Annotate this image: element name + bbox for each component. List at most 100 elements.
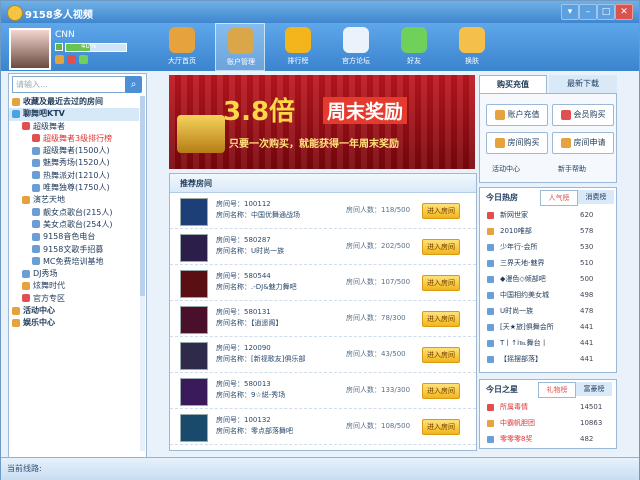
room-count: 房间人数：107/500 — [346, 278, 411, 286]
room-thumbnail[interactable] — [180, 414, 208, 442]
hot-room-row[interactable]: U时尚一族 478 — [480, 304, 616, 319]
tree-item[interactable]: 靓女点歌台(215人) — [9, 207, 139, 219]
room-name[interactable]: 房间名称：9☆縂-秀场 — [216, 390, 285, 400]
tree-item[interactable]: 超级舞者3级排行榜 — [9, 133, 139, 145]
maximize-button[interactable]: □ — [597, 4, 615, 20]
room-thumbnail[interactable] — [180, 234, 208, 262]
room-name[interactable]: 房间名称：中国优舞通战场 — [216, 210, 300, 220]
tree-item[interactable]: 热舞派对(1210人) — [9, 170, 139, 182]
tree-item[interactable]: 超级舞者 — [9, 121, 139, 133]
tab-spending[interactable]: 消费榜 — [578, 190, 614, 204]
tab-download[interactable]: 最新下载 — [549, 75, 617, 93]
room-thumbnail[interactable] — [180, 306, 208, 334]
enter-room-button[interactable]: 进入房间 — [422, 203, 460, 219]
help-link[interactable]: 新手帮助 — [558, 164, 586, 174]
hot-room-row[interactable]: T丨↑ⅰ℡舞台丨 441 — [480, 336, 616, 351]
tree-item[interactable]: 聊舞吧KTV — [9, 108, 139, 121]
room-thumbnail[interactable] — [180, 342, 208, 370]
tree-item-label: 收藏及最近去过的房间 — [23, 97, 103, 106]
tree-item[interactable]: 官方专区 — [9, 293, 139, 305]
room-name[interactable]: 房间名称：[新视歌友]俱乐部 — [216, 354, 305, 364]
hot-room-row[interactable]: ◆漫色◇倾部吧 500 — [480, 272, 616, 287]
hot-room-row[interactable]: 【摇摆部落】 441 — [480, 352, 616, 367]
tree-item[interactable]: 收藏及最近去过的房间 — [9, 96, 139, 108]
hot-room-name: ◆漫色◇倾部吧 — [500, 275, 546, 283]
room-thumbnail[interactable] — [180, 198, 208, 226]
tree-item[interactable]: DJ秀场 — [9, 268, 139, 280]
vip-buy-button[interactable]: 会员购买 — [552, 104, 614, 126]
enter-room-button[interactable]: 进入房间 — [422, 275, 460, 291]
search-input[interactable]: 请输入... — [12, 76, 126, 93]
tab-purchase[interactable]: 购买充值 — [479, 75, 547, 93]
recharge-button[interactable]: 账户充值 — [486, 104, 548, 126]
nav-item-0[interactable]: 大厅首页 — [157, 23, 207, 71]
tree-item[interactable]: MC免费培训基地 — [9, 256, 139, 268]
tab-gift[interactable]: 礼物榜 — [538, 382, 576, 398]
hot-room-row[interactable]: 2010唯部 578 — [480, 224, 616, 239]
tab-rich[interactable]: 富豪榜 — [576, 382, 612, 396]
room-apply-button[interactable]: 房间申请 — [552, 132, 614, 154]
tree-item[interactable]: 魅舞秀场(1520人) — [9, 157, 139, 169]
tree-item[interactable]: 9158音色电台 — [9, 231, 139, 243]
sidebar-scrollbar[interactable] — [140, 96, 145, 451]
hot-room-row[interactable]: 新网世家 620 — [480, 208, 616, 223]
enter-room-button[interactable]: 进入房间 — [422, 311, 460, 327]
tree-item[interactable]: 娱乐中心 — [9, 317, 139, 329]
room-thumbnail[interactable] — [180, 378, 208, 406]
tree-item[interactable]: 9158文歌手招募 — [9, 244, 139, 256]
room-thumbnail[interactable] — [180, 270, 208, 298]
room-buy-button[interactable]: 房间购买 — [486, 132, 548, 154]
room-id: 房间号：100112 — [216, 200, 271, 208]
room-row: 房间号：120090 房间名称：[新视歌友]俱乐部 房间人数：43/500 进入房间 — [170, 338, 476, 373]
status-bar: 当前线路: — [1, 457, 639, 480]
room-name[interactable]: 房间名称：U时尚一族 — [216, 246, 284, 256]
title-bar: 9158多人视频 ▾ – □ ✕ — [1, 1, 639, 23]
star-row[interactable]: 中霸帆胆团 10863 — [480, 416, 616, 431]
tree-item[interactable]: 活动中心 — [9, 305, 139, 317]
promo-banner[interactable]: 3.8倍 周末奖励 只要一次购买，就能获得一年周末奖励 — [169, 75, 475, 169]
nav-item-3[interactable]: 官方论坛 — [331, 23, 381, 71]
nav-label: 官方论坛 — [342, 57, 370, 65]
star-row[interactable]: 零零零8奖 482 — [480, 432, 616, 447]
enter-room-button[interactable]: 进入房间 — [422, 239, 460, 255]
room-count: 房间人数：202/500 — [346, 242, 411, 250]
hot-room-row[interactable]: [天★旅]俱舞会所 441 — [480, 320, 616, 335]
menu-button[interactable]: ▾ — [561, 4, 579, 20]
star-name: 零零零8奖 — [500, 435, 533, 443]
gift-icon[interactable] — [55, 55, 64, 64]
mail-icon[interactable] — [67, 55, 76, 64]
room-name[interactable]: 房间名称：.-DJ&魅力舞吧 — [216, 282, 297, 292]
nav-item-5[interactable]: 换肤 — [447, 23, 497, 71]
hot-room-row[interactable]: 中国相约美女城 498 — [480, 288, 616, 303]
close-button[interactable]: ✕ — [615, 4, 633, 20]
minimize-button[interactable]: – — [579, 4, 597, 20]
enter-room-button[interactable]: 进入房间 — [422, 347, 460, 363]
star-row[interactable]: 所属毒情 14501 — [480, 400, 616, 415]
search-icon[interactable]: ⌕ — [125, 76, 142, 93]
status-icon[interactable] — [79, 55, 88, 64]
room-name[interactable]: 房间名称：零点部落舞吧 — [216, 426, 293, 436]
enter-room-button[interactable]: 进入房间 — [422, 419, 460, 435]
star-value: 482 — [580, 435, 594, 443]
hot-room-row[interactable]: 少年行-会所 530 — [480, 240, 616, 255]
tree-item[interactable]: 唯舞独尊(1750人) — [9, 182, 139, 194]
hot-room-value: 510 — [580, 259, 594, 267]
activity-link[interactable]: 活动中心 — [492, 164, 520, 174]
tree-item[interactable]: 美女点歌台(254人) — [9, 219, 139, 231]
hot-room-row[interactable]: 三界天地-魅界 510 — [480, 256, 616, 271]
enter-room-button[interactable]: 进入房间 — [422, 383, 460, 399]
nav-item-4[interactable]: 好友 — [389, 23, 439, 71]
folder-icon — [32, 171, 40, 180]
hot-room-name: 2010唯部 — [500, 227, 532, 235]
nav-item-2[interactable]: 排行榜 — [273, 23, 323, 71]
tree-item[interactable]: 炫舞时代 — [9, 280, 139, 292]
tab-popularity[interactable]: 人气榜 — [540, 190, 578, 206]
avatar[interactable] — [9, 28, 51, 70]
tree-item[interactable]: 演艺天地 — [9, 194, 139, 206]
nav-label: 好友 — [407, 57, 421, 65]
tree-item[interactable]: 超级舞者(1500人) — [9, 145, 139, 157]
room-name[interactable]: 房间名称：【逍遥阁】 — [216, 318, 283, 328]
rank-icon — [487, 244, 494, 251]
folder-icon — [32, 183, 40, 192]
nav-item-1[interactable]: 账户管理 — [215, 23, 265, 71]
